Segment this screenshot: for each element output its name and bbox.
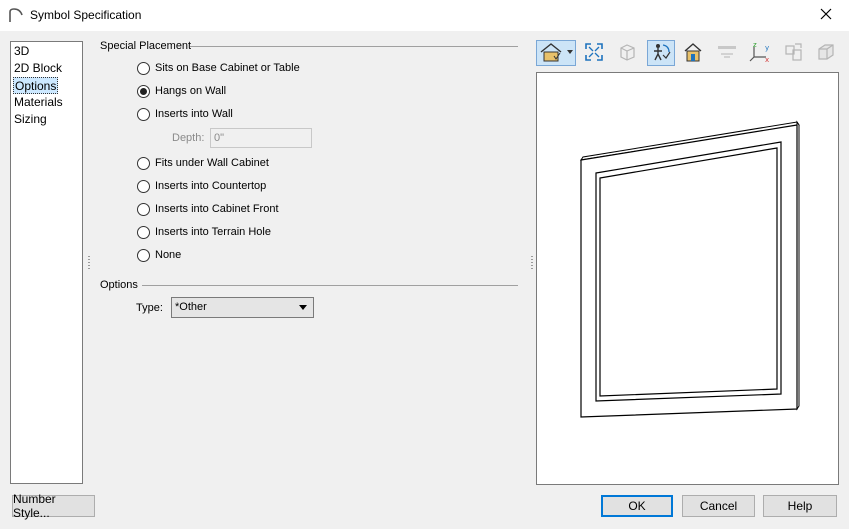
xyz-axis-button[interactable]: z y x [746, 40, 774, 66]
special-placement-label: Special Placement [100, 40, 192, 52]
copy-view-icon [783, 41, 805, 66]
button-label: Help [787, 499, 813, 513]
depth-label: Depth: [172, 132, 205, 144]
xyz-axis-icon: z y x [748, 41, 772, 66]
radio-label: Inserts into Wall [155, 108, 233, 120]
title-bar: Symbol Specification [0, 0, 849, 31]
house-elevation-button[interactable] [679, 40, 707, 66]
radio-inserts-into-cabinet-front[interactable]: Inserts into Cabinet Front [137, 201, 279, 217]
radio-inserts-into-countertop[interactable]: Inserts into Countertop [137, 178, 266, 194]
radio-label: Hangs on Wall [155, 85, 227, 97]
radio-button[interactable] [137, 248, 150, 262]
app-arch-icon [8, 7, 24, 23]
splitter-grip[interactable] [88, 256, 90, 270]
nav-item-sizing[interactable]: Sizing [13, 111, 48, 128]
radio-inserts-into-terrain-hole[interactable]: Inserts into Terrain Hole [137, 224, 271, 240]
camera-view-dropdown-button[interactable] [536, 40, 576, 66]
radio-label: Fits under Wall Cabinet [155, 157, 269, 169]
nav-item-label: Options [15, 79, 57, 93]
svg-text:z: z [753, 41, 757, 49]
group-divider [142, 285, 518, 286]
house-elevation-icon [682, 41, 704, 66]
radio-label: Inserts into Terrain Hole [155, 226, 271, 238]
depth-input[interactable]: 0" [210, 128, 312, 148]
fill-window-icon [584, 42, 604, 65]
close-button[interactable] [803, 0, 849, 31]
box-3d-button[interactable] [812, 40, 840, 66]
cancel-button[interactable]: Cancel [682, 495, 755, 517]
radio-button[interactable] [137, 202, 150, 216]
ok-button[interactable]: OK [601, 495, 673, 517]
group-divider [190, 46, 518, 47]
nav-item-materials[interactable]: Materials [13, 94, 64, 111]
radio-label: Inserts into Countertop [155, 180, 267, 192]
type-select[interactable]: *Other [171, 297, 314, 318]
radio-button[interactable] [137, 107, 150, 121]
box-3d-icon [815, 41, 837, 66]
radio-button[interactable] [137, 61, 150, 75]
options-group-label: Options [100, 279, 138, 291]
radio-hangs-on-wall[interactable]: Hangs on Wall [137, 83, 226, 99]
camera-view-dropdown-icon [538, 41, 574, 66]
floor-view-icon [716, 42, 738, 65]
radio-fits-under-wall-cabinet[interactable]: Fits under Wall Cabinet [137, 155, 269, 171]
radio-button[interactable] [137, 156, 150, 170]
type-select-value: *Other [175, 301, 207, 313]
orthographic-button[interactable] [613, 40, 641, 66]
preview-viewport[interactable] [536, 72, 839, 485]
radio-button[interactable] [137, 179, 150, 193]
orthographic-icon [617, 42, 637, 65]
radio-button[interactable] [137, 225, 150, 239]
nav-item-label: 3D [14, 44, 30, 58]
nav-item-label: 2D Block [14, 61, 63, 75]
chevron-down-icon [299, 305, 307, 310]
button-label: Cancel [699, 499, 738, 513]
radio-sits-on-base-cabinet[interactable]: Sits on Base Cabinet or Table [137, 60, 300, 76]
button-label: Number Style... [13, 492, 56, 520]
help-button[interactable]: Help [763, 495, 837, 517]
dialog-client: 3D 2D Block Options Materials Sizing Spe… [0, 31, 849, 529]
svg-text:y: y [765, 44, 769, 52]
number-style-button[interactable]: Number Style... [12, 492, 95, 520]
close-icon [820, 8, 832, 23]
nav-item-3d[interactable]: 3D [13, 43, 30, 60]
rotate-view-button[interactable] [647, 40, 675, 66]
radio-inserts-into-wall[interactable]: Inserts into Wall [137, 106, 233, 122]
svg-text:x: x [765, 56, 769, 63]
nav-item-label: Sizing [14, 112, 47, 126]
category-list[interactable]: 3D 2D Block Options Materials Sizing [10, 41, 83, 484]
radio-label: None [155, 249, 182, 261]
floor-view-button[interactable] [713, 40, 741, 66]
radio-button[interactable] [137, 84, 150, 98]
radio-none[interactable]: None [137, 247, 181, 263]
fill-window-button[interactable] [580, 40, 608, 66]
nav-item-2d-block[interactable]: 2D Block [13, 60, 63, 77]
nav-item-options[interactable]: Options [13, 77, 59, 94]
window-title: Symbol Specification [30, 8, 142, 22]
splitter-grip[interactable] [531, 256, 533, 270]
nav-item-label: Materials [14, 95, 63, 109]
radio-label: Sits on Base Cabinet or Table [155, 62, 300, 74]
rotate-view-icon [650, 41, 672, 66]
type-label: Type: [136, 302, 163, 314]
radio-label: Inserts into Cabinet Front [155, 203, 279, 215]
wall-frame-preview [579, 120, 800, 418]
button-label: OK [628, 499, 646, 513]
copy-view-button[interactable] [780, 40, 808, 66]
